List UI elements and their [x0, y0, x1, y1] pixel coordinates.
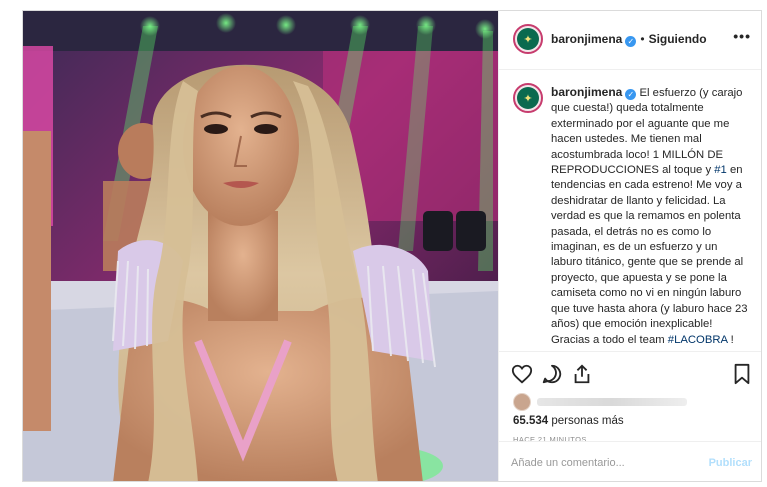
caption-avatar[interactable]: ✦: [513, 83, 543, 113]
post-photo[interactable]: [23, 11, 498, 481]
liker-avatar[interactable]: [513, 393, 531, 411]
bookmark-icon[interactable]: [731, 363, 753, 385]
caption-body: en tendencias en cada estreno! Me voy a …: [551, 164, 748, 346]
caption-body: !: [727, 333, 734, 346]
following-button[interactable]: Siguiendo: [649, 32, 707, 46]
action-bar: 65.534 personas más HACE 21 MINUTOS Añad…: [499, 351, 761, 481]
snake-logo-icon: ✦: [517, 28, 539, 50]
post-sidebar: ✦ baronjimena ✓ • Siguiendo ••• ✦ baronjime…: [498, 11, 761, 481]
instagram-post: ✦ baronjimena ✓ • Siguiendo ••• ✦ baronjime…: [22, 10, 762, 482]
comment-input[interactable]: Añade un comentario...: [511, 457, 625, 469]
caption-body: El esfuerzo (y carajo que cuesta!) queda…: [551, 87, 743, 177]
caption-text: baronjimena ✓ El esfuerzo (y carajo que c…: [551, 85, 751, 348]
likes-count[interactable]: 65.534 personas más: [513, 415, 624, 427]
publish-button[interactable]: Publicar: [709, 457, 752, 469]
stage-photo-illustration: [23, 11, 498, 481]
comment-bar: Añade un comentario... Publicar: [499, 441, 761, 481]
separator-dot: •: [640, 32, 645, 46]
hashtag-link[interactable]: #1: [714, 164, 727, 176]
heart-icon[interactable]: [511, 363, 533, 385]
share-icon[interactable]: [571, 363, 593, 385]
comment-icon[interactable]: [541, 363, 563, 385]
avatar[interactable]: ✦: [513, 24, 543, 54]
verified-badge-icon: ✓: [625, 89, 637, 100]
hashtag-link[interactable]: #LACOBRA: [668, 334, 728, 346]
header-user-line: baronjimena ✓ • Siguiendo: [551, 32, 707, 47]
likes-number: 65.534: [513, 415, 549, 427]
post-header: ✦ baronjimena ✓ • Siguiendo •••: [499, 11, 761, 70]
caption-username-link[interactable]: baronjimena: [551, 85, 622, 99]
snake-logo-icon: ✦: [517, 87, 539, 109]
verified-badge-icon: ✓: [625, 36, 637, 47]
likes-suffix: personas más: [548, 415, 624, 427]
username-link[interactable]: baronjimena: [551, 32, 622, 46]
more-options-icon[interactable]: •••: [733, 28, 751, 44]
liked-by-row: [513, 393, 687, 411]
blurred-liker-names: [537, 398, 687, 406]
